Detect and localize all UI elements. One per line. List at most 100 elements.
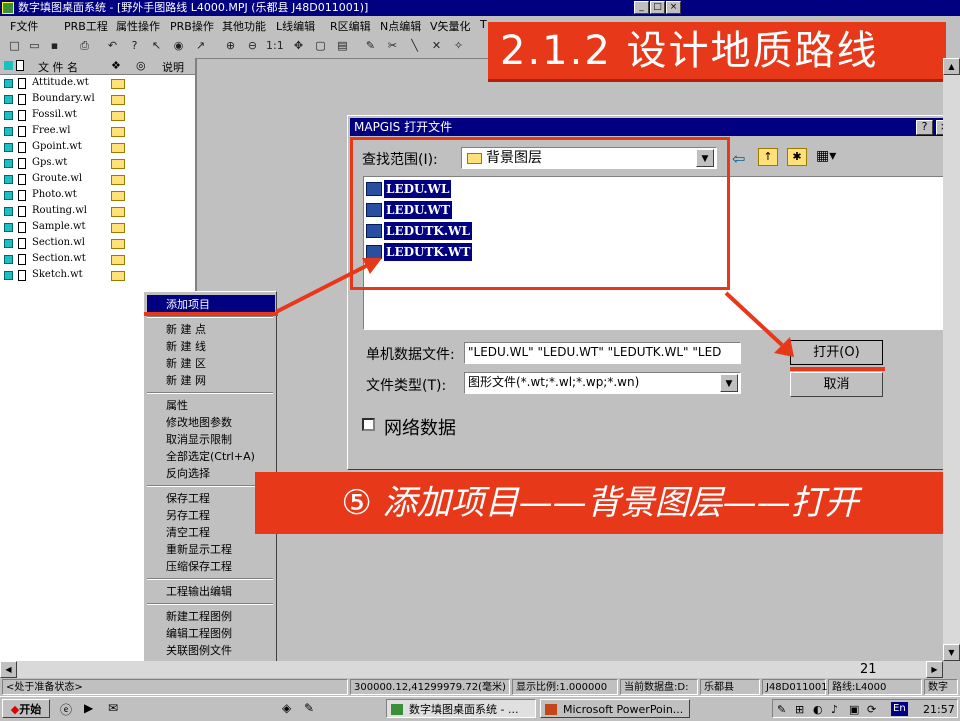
window-icon[interactable]: ▢ (312, 37, 329, 54)
menu-point-edit[interactable]: N点编辑 (380, 18, 421, 34)
open-button[interactable]: 打开(O) (790, 340, 883, 365)
file-row[interactable]: Gpoint.wt (4, 140, 194, 156)
scroll-up-icon[interactable]: ▲ (943, 58, 960, 75)
layer-type-icon[interactable] (4, 143, 13, 152)
quicklaunch-icon[interactable]: ◈ (282, 701, 291, 715)
node-icon[interactable]: ✕ (428, 37, 445, 54)
tool-icon[interactable]: ✧ (450, 37, 467, 54)
close-button[interactable]: × (666, 1, 681, 14)
tray-icon-display[interactable]: ▣ (849, 700, 859, 719)
menu-attribute[interactable]: 属性操作 (116, 18, 160, 34)
media-icon[interactable]: ▶ (84, 701, 93, 715)
print-icon[interactable]: ⎙ (76, 37, 93, 54)
fit-icon[interactable]: 1:1 (266, 37, 284, 54)
menu-file[interactable]: F文件 (10, 18, 38, 34)
quicklaunch-icon-2[interactable]: ✎ (304, 701, 314, 715)
folder-icon[interactable] (111, 111, 125, 121)
tray-icon-shield[interactable]: ◐ (813, 700, 823, 719)
folder-icon[interactable] (111, 239, 125, 249)
horizontal-scrollbar[interactable]: ◀ ▶ (0, 661, 943, 678)
folder-icon[interactable] (111, 79, 125, 89)
layer-type-icon[interactable] (4, 223, 13, 232)
folder-icon[interactable] (111, 127, 125, 137)
folder-icon[interactable] (111, 255, 125, 265)
layer-type-icon[interactable] (4, 207, 13, 216)
folder-icon[interactable] (111, 159, 125, 169)
context-menu-item[interactable]: 修改地图参数 (166, 414, 232, 430)
scissors-icon[interactable]: ✂ (384, 37, 401, 54)
tray-icon-update[interactable]: ⟳ (867, 700, 876, 719)
file-row[interactable]: Fossil.wt (4, 108, 194, 124)
save-icon[interactable]: ▪ (46, 37, 63, 54)
tray-language[interactable]: En (891, 702, 908, 716)
zoom-in-icon[interactable]: ⊕ (222, 37, 239, 54)
up-folder-icon[interactable]: ↑ (758, 148, 778, 166)
file-row[interactable]: Routing.wl (4, 204, 194, 220)
context-menu-item[interactable]: 添加项目 (166, 296, 210, 312)
file-row[interactable]: Attitude.wt (4, 76, 194, 92)
layer-type-icon[interactable] (4, 239, 13, 248)
task-powerpoint[interactable]: Microsoft PowerPoin... (540, 699, 690, 718)
context-menu-item[interactable]: 保存工程 (166, 490, 210, 506)
dialog-help-button[interactable]: ? (916, 120, 933, 135)
context-menu-item[interactable]: 新 建 区 (166, 355, 206, 371)
layer-type-icon[interactable] (4, 111, 13, 120)
line-icon[interactable]: ╲ (406, 37, 423, 54)
context-menu-item[interactable]: 新 建 线 (166, 338, 206, 354)
filetype-dropdown-arrow[interactable]: ▼ (720, 374, 738, 392)
column-header-name[interactable]: 文 件 名 (38, 59, 78, 75)
file-row[interactable]: Boundary.wl (4, 92, 194, 108)
context-menu-item[interactable]: 工程输出编辑 (166, 583, 232, 599)
folder-icon[interactable] (111, 175, 125, 185)
folder-icon[interactable] (111, 191, 125, 201)
context-menu-item[interactable]: 关联图例文件 (166, 642, 232, 658)
menu-line-edit[interactable]: L线编辑 (276, 18, 315, 34)
layer-type-icon[interactable] (4, 255, 13, 264)
context-menu-item[interactable]: 新 建 点 (166, 321, 206, 337)
folder-icon[interactable] (111, 223, 125, 233)
tray-icon-volume[interactable]: ♪ (831, 700, 838, 719)
zoom-out-icon[interactable]: ⊖ (244, 37, 261, 54)
file-row[interactable]: Section.wt (4, 252, 194, 268)
help-icon[interactable]: ? (126, 37, 143, 54)
file-row[interactable]: Gps.wt (4, 156, 194, 172)
open-icon[interactable]: ▭ (26, 37, 43, 54)
ie-icon[interactable]: ⓔ (60, 701, 72, 718)
scroll-left-icon[interactable]: ◀ (0, 661, 17, 678)
tray-icon-pen[interactable]: ✎ (777, 700, 786, 719)
view-menu-icon[interactable]: ▦▾ (816, 148, 836, 164)
context-menu-item[interactable]: 清空工程 (166, 524, 210, 540)
menu-vectorize[interactable]: V矢量化 (430, 18, 471, 34)
layer-type-icon[interactable] (4, 79, 13, 88)
folder-icon[interactable] (111, 271, 125, 281)
column-header-desc[interactable]: 说明 (162, 59, 184, 75)
file-row[interactable]: Groute.wl (4, 172, 194, 188)
layer-type-icon[interactable] (4, 95, 13, 104)
context-menu-item[interactable]: 属性 (166, 397, 188, 413)
menu-project[interactable]: PRB工程 (64, 18, 108, 34)
context-menu-item[interactable]: 另存工程 (166, 507, 210, 523)
outlook-icon[interactable]: ✉ (108, 701, 118, 715)
scroll-down-icon[interactable]: ▼ (943, 644, 960, 661)
file-row[interactable]: Sample.wt (4, 220, 194, 236)
start-button[interactable]: ◆开始 (2, 699, 50, 718)
network-checkbox[interactable] (362, 418, 375, 431)
layer-type-icon[interactable] (4, 127, 13, 136)
layer-type-icon[interactable] (4, 159, 13, 168)
arrow-icon[interactable]: ↗ (192, 37, 209, 54)
filename-input[interactable]: "LEDU.WL" "LEDU.WT" "LEDUTK.WL" "LED (464, 342, 741, 364)
menu-region-edit[interactable]: R区编辑 (330, 18, 371, 34)
task-mapgis[interactable]: 数字填图桌面系统 - ... (386, 699, 536, 718)
scroll-right-icon[interactable]: ▶ (926, 661, 943, 678)
file-row[interactable]: Sketch.wt (4, 268, 194, 284)
layer-type-icon[interactable] (4, 175, 13, 184)
context-menu-item[interactable]: 新建工程图例 (166, 608, 232, 624)
maximize-button[interactable]: □ (650, 1, 665, 14)
new-folder-icon[interactable]: ✱ (787, 148, 807, 166)
file-row[interactable]: Free.wl (4, 124, 194, 140)
file-row[interactable]: Section.wl (4, 236, 194, 252)
undo-icon[interactable]: ↶ (104, 37, 121, 54)
menu-t[interactable]: T (480, 18, 487, 31)
pan-icon[interactable]: ✥ (290, 37, 307, 54)
tray-icon-network[interactable]: ⊞ (795, 700, 804, 719)
